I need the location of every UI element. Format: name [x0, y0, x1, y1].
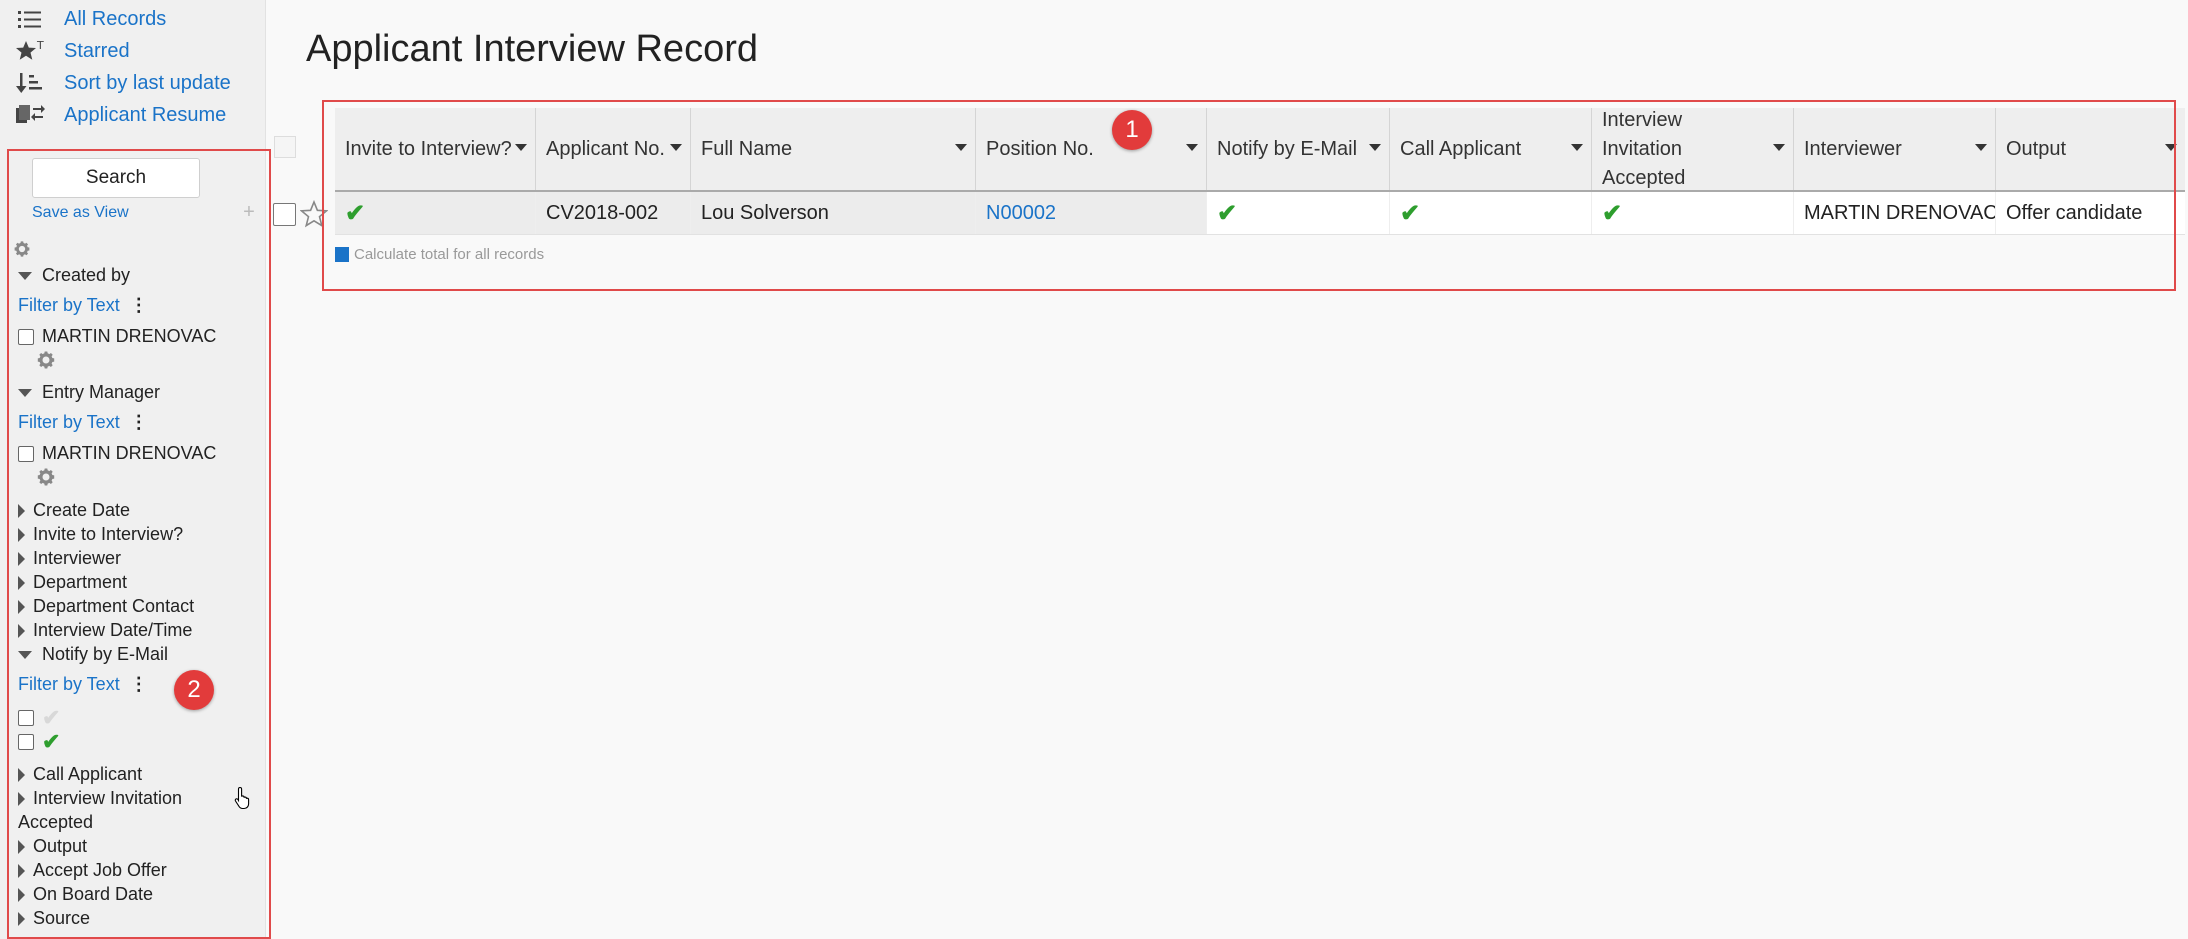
page-title: Applicant Interview Record — [306, 28, 758, 70]
nav-label: Starred — [64, 39, 130, 62]
nav-label: Applicant Resume — [64, 103, 227, 126]
sort-icon — [14, 71, 46, 95]
nav-label: All Records — [64, 7, 167, 30]
row-checkbox[interactable] — [273, 203, 296, 226]
nav-starred[interactable]: T Starred — [14, 36, 130, 66]
annotation-badge-1: 1 — [1112, 110, 1152, 150]
svg-text:T: T — [36, 39, 44, 52]
related-table-icon — [14, 103, 46, 127]
annotation-box-1 — [322, 100, 2176, 291]
annotation-badge-2: 2 — [174, 670, 214, 710]
list-icon — [14, 7, 46, 31]
nav-sort-last-update[interactable]: Sort by last update — [14, 68, 231, 98]
select-all-checkbox[interactable] — [274, 136, 296, 158]
nav-label: Sort by last update — [64, 71, 231, 94]
nav-all-records[interactable]: All Records — [14, 4, 166, 34]
annotation-box-2 — [7, 149, 271, 939]
nav-applicant-resume[interactable]: Applicant Resume — [14, 100, 226, 130]
star-filter-icon: T — [14, 39, 46, 63]
